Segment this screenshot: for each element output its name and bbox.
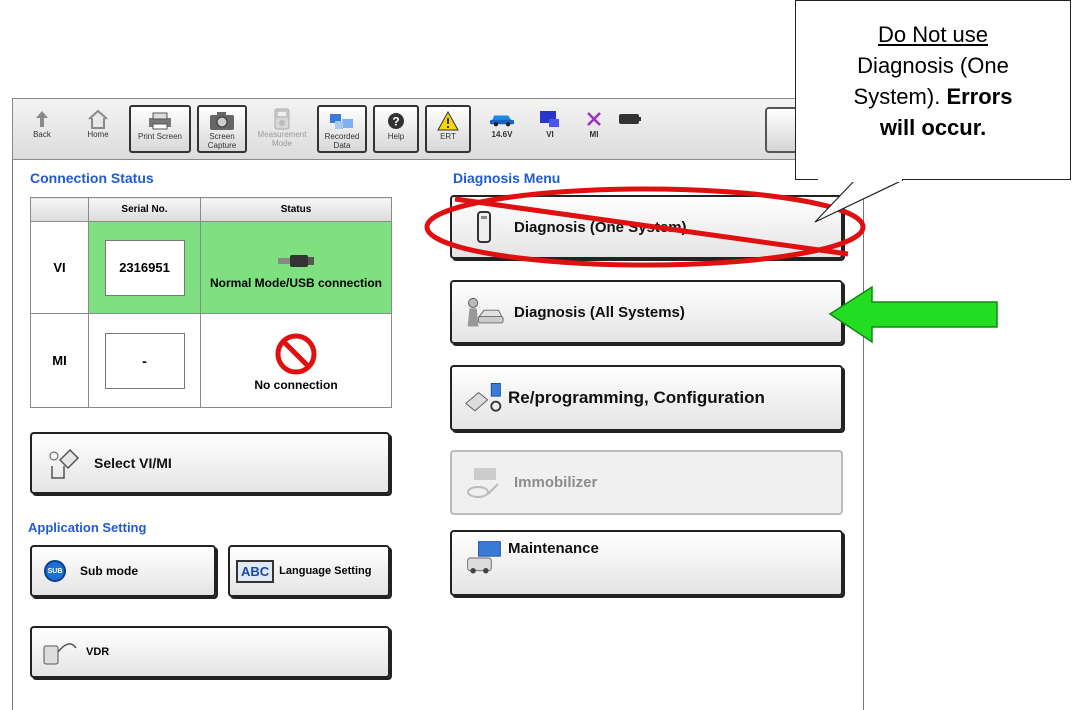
- warning-callout: Do Not use Diagnosis (One System). Error…: [795, 0, 1071, 180]
- green-arrow-icon: [828, 285, 998, 344]
- red-strike-line: [454, 196, 849, 257]
- callout-tail: [814, 179, 904, 223]
